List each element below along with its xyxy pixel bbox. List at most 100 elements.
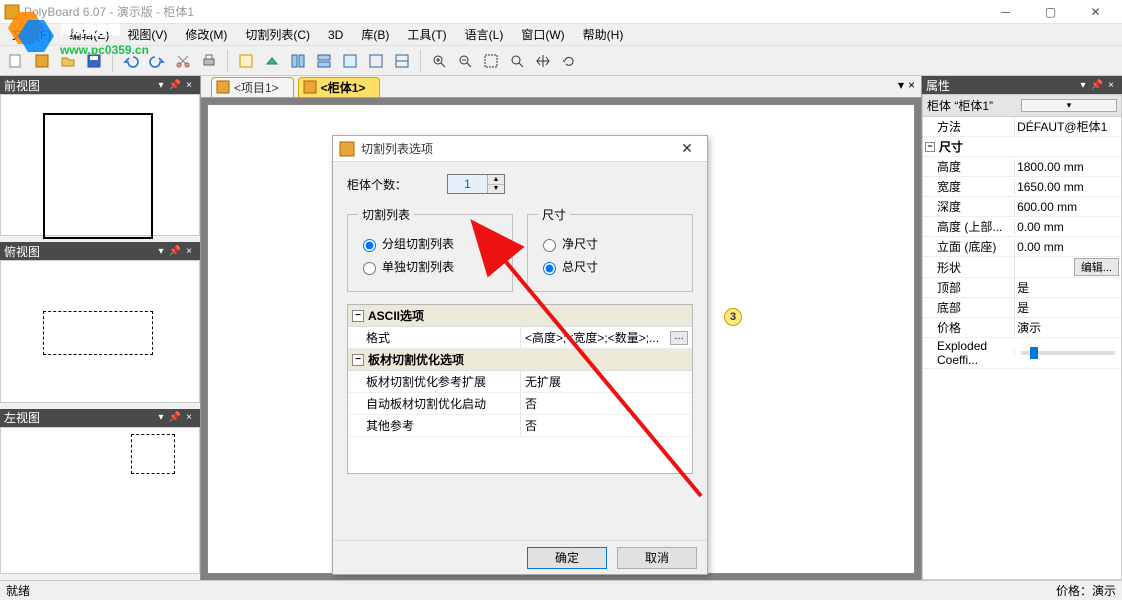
panel-top-header[interactable]: 俯视图 ▾ 📌 × bbox=[0, 242, 200, 260]
toolbar-save-icon[interactable] bbox=[82, 49, 106, 73]
prop-height-value[interactable]: 1800.00 mm bbox=[1014, 159, 1121, 175]
window-close-button[interactable]: ✕ bbox=[1073, 0, 1118, 24]
tab-cabinet-label: <柜体1> bbox=[321, 79, 366, 96]
toolbar-view5-icon[interactable] bbox=[338, 49, 362, 73]
prop-other-ref-value[interactable]: 否 bbox=[520, 415, 692, 436]
panel-pin-icon[interactable]: 📌 bbox=[168, 80, 182, 91]
panel-top-body[interactable] bbox=[0, 260, 200, 402]
toolbar-zoomout-icon[interactable] bbox=[453, 49, 477, 73]
panel-close-icon[interactable]: × bbox=[182, 412, 196, 423]
toolbar-open-icon[interactable] bbox=[56, 49, 80, 73]
menu-library[interactable]: 库(B) bbox=[353, 24, 397, 45]
chevron-down-icon[interactable]: ▾ bbox=[1021, 99, 1117, 112]
panel-properties-header[interactable]: 属性 ▾ 📌 × bbox=[922, 76, 1122, 94]
menu-view[interactable]: 视图(V) bbox=[119, 24, 175, 45]
window-minimize-button[interactable]: ─ bbox=[983, 0, 1028, 24]
menu-help[interactable]: 帮助(H) bbox=[575, 24, 632, 45]
cabinet-count-input[interactable] bbox=[448, 175, 488, 193]
radio-net-size[interactable] bbox=[543, 239, 556, 252]
panel-pin-icon[interactable]: 📌 bbox=[168, 246, 182, 257]
toolbar-view3-icon[interactable] bbox=[286, 49, 310, 73]
prop-bottom-value[interactable]: 是 bbox=[1014, 298, 1121, 317]
tabs-close-icon[interactable]: × bbox=[908, 78, 915, 92]
cabinet-count-stepper[interactable]: ▲ ▼ bbox=[447, 174, 505, 194]
toolbar-new-icon[interactable] bbox=[4, 49, 28, 73]
group-cutlist-legend: 切割列表 bbox=[358, 206, 414, 223]
toolbar-view1-icon[interactable] bbox=[234, 49, 258, 73]
toolbar-redo-icon[interactable] bbox=[145, 49, 169, 73]
toolbar-view4-icon[interactable] bbox=[312, 49, 336, 73]
ok-button[interactable]: 确定 bbox=[527, 547, 607, 569]
toolbar-refresh-icon[interactable] bbox=[557, 49, 581, 73]
panel-close-icon[interactable]: × bbox=[1104, 80, 1118, 91]
prop-cat-dimensions[interactable]: −尺寸 bbox=[923, 137, 1121, 157]
toolbar-new-cabinet-icon[interactable] bbox=[30, 49, 54, 73]
prop-shape-value[interactable]: 编辑... bbox=[1014, 257, 1121, 277]
cat-optim[interactable]: −板材切割优化选项 bbox=[348, 349, 692, 371]
prop-bottom-label: 底部 bbox=[923, 298, 1014, 317]
radio-single-cutlist[interactable] bbox=[363, 262, 376, 275]
prop-height-top-value[interactable]: 0.00 mm bbox=[1014, 219, 1121, 235]
menu-edit[interactable]: 编辑(E) bbox=[61, 24, 117, 45]
radio-grouped-label: 分组切割列表 bbox=[382, 235, 454, 252]
toolbar-cut-icon[interactable] bbox=[171, 49, 195, 73]
prop-elev-base-value[interactable]: 0.00 mm bbox=[1014, 239, 1121, 255]
panel-front-body[interactable] bbox=[0, 94, 200, 236]
menu-3d[interactable]: 3D bbox=[320, 26, 351, 44]
menu-modify[interactable]: 修改(M) bbox=[177, 24, 235, 45]
prop-exploded-slider[interactable] bbox=[1014, 350, 1121, 356]
panel-dropdown-icon[interactable]: ▾ bbox=[154, 80, 168, 91]
panel-pin-icon[interactable]: 📌 bbox=[1090, 80, 1104, 91]
menu-windows[interactable]: 窗口(W) bbox=[513, 24, 572, 45]
prop-top-value[interactable]: 是 bbox=[1014, 278, 1121, 297]
cabinet-icon bbox=[339, 141, 355, 157]
window-maximize-button[interactable]: ▢ bbox=[1028, 0, 1073, 24]
toolbar-zoomwindow-icon[interactable] bbox=[505, 49, 529, 73]
toolbar-zoomfit-icon[interactable] bbox=[479, 49, 503, 73]
edit-shape-button[interactable]: 编辑... bbox=[1074, 258, 1119, 276]
dialog-title: 切割列表选项 bbox=[361, 140, 673, 157]
prop-optim-ext-value[interactable]: 无扩展 bbox=[520, 371, 692, 392]
tab-cabinet[interactable]: <柜体1> bbox=[298, 77, 381, 97]
app-icon bbox=[4, 4, 20, 20]
prop-auto-optim-value[interactable]: 否 bbox=[520, 393, 692, 414]
toolbar-pan-icon[interactable] bbox=[531, 49, 555, 73]
prop-method-value[interactable]: DÉFAUT@柜体1 bbox=[1014, 117, 1121, 136]
menu-file[interactable]: 文件(F) bbox=[4, 24, 59, 45]
ellipsis-button[interactable]: … bbox=[670, 331, 688, 345]
menu-tools[interactable]: 工具(T) bbox=[399, 24, 454, 45]
stepper-up-icon[interactable]: ▲ bbox=[488, 175, 504, 185]
dialog-titlebar[interactable]: 切割列表选项 ✕ bbox=[333, 136, 707, 162]
toolbar-view6-icon[interactable] bbox=[364, 49, 388, 73]
doc-tabs: <项目1> <柜体1> ▾ × bbox=[201, 76, 921, 98]
tab-project[interactable]: <项目1> bbox=[211, 77, 294, 97]
panel-front-header[interactable]: 前视图 ▾ 📌 × bbox=[0, 76, 200, 94]
toolbar-view7-icon[interactable] bbox=[390, 49, 414, 73]
panel-close-icon[interactable]: × bbox=[182, 80, 196, 91]
stepper-down-icon[interactable]: ▼ bbox=[488, 185, 504, 194]
properties-object-selector[interactable]: 柜体 “柜体1” ▾ bbox=[923, 95, 1121, 117]
prop-price-value[interactable]: 演示 bbox=[1014, 318, 1121, 337]
prop-width-value[interactable]: 1650.00 mm bbox=[1014, 179, 1121, 195]
tabs-dropdown-icon[interactable]: ▾ bbox=[898, 78, 904, 92]
cat-ascii[interactable]: −ASCII选项 bbox=[348, 305, 692, 327]
panel-close-icon[interactable]: × bbox=[182, 246, 196, 257]
panel-left-header[interactable]: 左视图 ▾ 📌 × bbox=[0, 409, 200, 427]
panel-dropdown-icon[interactable]: ▾ bbox=[154, 246, 168, 257]
toolbar-print-icon[interactable] bbox=[197, 49, 221, 73]
radio-gross-size[interactable] bbox=[543, 262, 556, 275]
dialog-close-button[interactable]: ✕ bbox=[673, 140, 701, 157]
toolbar-undo-icon[interactable] bbox=[119, 49, 143, 73]
toolbar-view2-icon[interactable] bbox=[260, 49, 284, 73]
prop-format-value[interactable]: <高度>;<宽度>;<数量>;...… bbox=[520, 327, 692, 348]
cancel-button[interactable]: 取消 bbox=[617, 547, 697, 569]
panel-left-body[interactable] bbox=[0, 427, 200, 574]
menu-cutlist[interactable]: 切割列表(C) bbox=[237, 24, 318, 45]
panel-pin-icon[interactable]: 📌 bbox=[168, 412, 182, 423]
panel-dropdown-icon[interactable]: ▾ bbox=[154, 412, 168, 423]
panel-dropdown-icon[interactable]: ▾ bbox=[1076, 80, 1090, 91]
prop-depth-value[interactable]: 600.00 mm bbox=[1014, 199, 1121, 215]
toolbar-zoomin-icon[interactable] bbox=[427, 49, 451, 73]
menu-language[interactable]: 语言(L) bbox=[457, 24, 512, 45]
radio-grouped-cutlist[interactable] bbox=[363, 239, 376, 252]
